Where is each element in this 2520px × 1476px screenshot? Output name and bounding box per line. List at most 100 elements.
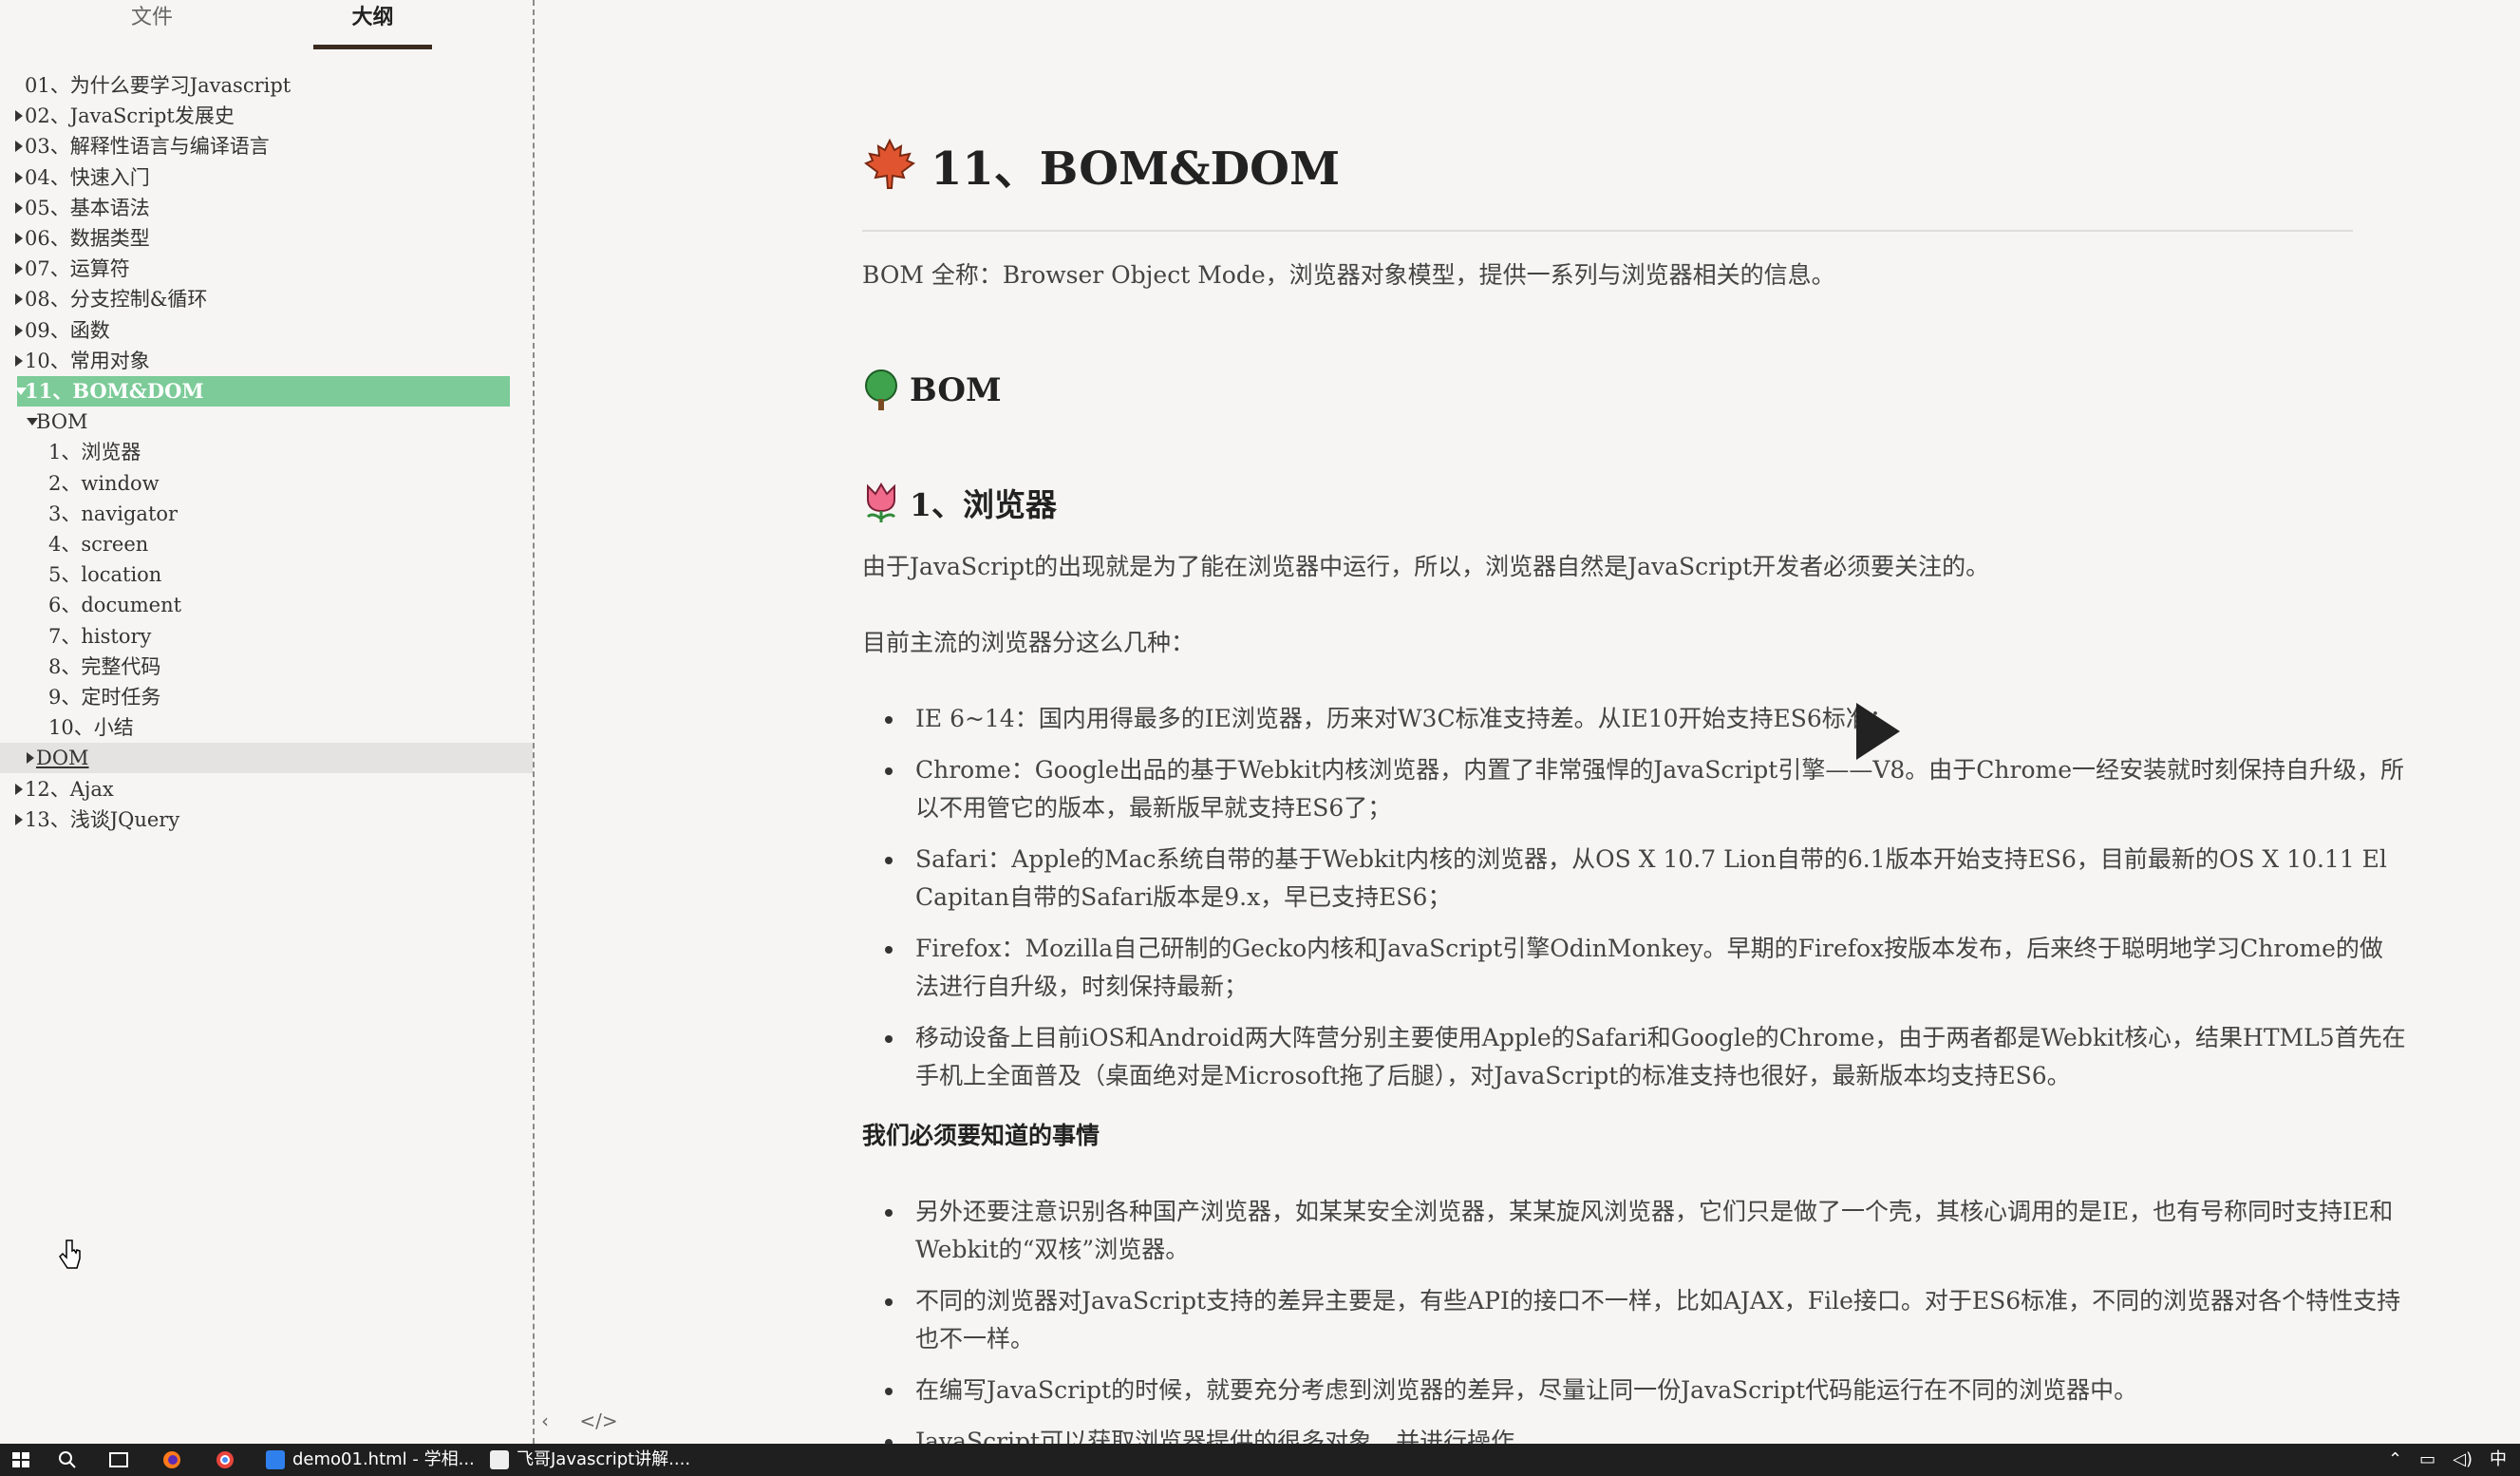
outline-item-label: 01、为什么要学习Javascript (25, 74, 291, 97)
tulip-icon (866, 483, 896, 522)
chevron-right-icon[interactable] (15, 783, 23, 795)
outline-item-label: 03、解释性语言与编译语言 (25, 135, 270, 159)
outline-item-label: 10、小结 (48, 716, 134, 740)
firefox-icon[interactable] (160, 1444, 184, 1476)
outline-item[interactable]: 1、浏览器 (0, 437, 533, 467)
outline-item[interactable]: 07、运算符 (0, 254, 533, 284)
outline-item[interactable]: 9、定时任务 (0, 682, 533, 712)
outline-item[interactable]: DOM (0, 743, 533, 774)
must-know-list: 另外还要注意识别各种国产浏览器，如某某安全浏览器，某某旋风浏览器，它们只是做了一… (862, 1193, 2406, 1444)
tray-chevron-up-icon[interactable]: ⌃ (2388, 1444, 2402, 1476)
list-item: 不同的浏览器对JavaScript支持的差异主要是，有些API的接口不一样，比如… (885, 1282, 2406, 1358)
list-item: 在编写JavaScript的时候，就要充分考虑到浏览器的差异，尽量让同一份Jav… (885, 1372, 2406, 1410)
list-item: 另外还要注意识别各种国产浏览器，如某某安全浏览器，某某旋风浏览器，它们只是做了一… (885, 1193, 2406, 1269)
outline-item-label: 5、location (48, 563, 162, 587)
list-item: JavaScript可以获取浏览器提供的很多对象，并进行操作。 (885, 1423, 2406, 1444)
taskbar-app-vscode[interactable]: demo01.html - 学相... (258, 1444, 482, 1476)
outline-item[interactable]: 02、JavaScript发展史 (0, 101, 533, 131)
outline-item-label: 2、window (48, 471, 160, 495)
outline-item-label: 1、浏览器 (48, 441, 141, 464)
outline-item-label: 06、数据类型 (25, 227, 150, 250)
browser-list: IE 6~14：国内用得最多的IE浏览器，历来对W3C标准支持差。从IE10开始… (862, 700, 2406, 1108)
tray-volume-icon[interactable]: ◁) (2453, 1444, 2473, 1476)
outline-item-label: 02、JavaScript发展史 (25, 104, 235, 128)
outline-item[interactable]: 8、完整代码 (0, 652, 533, 682)
tray-network-icon[interactable]: ▭ (2419, 1444, 2435, 1476)
outline-item[interactable]: 4、screen (0, 529, 533, 559)
search-icon[interactable] (55, 1444, 80, 1476)
list-item: Chrome：Google出品的基于Webkit内核浏览器，内置了非常强悍的Ja… (885, 751, 2406, 827)
outline-item-label: 10、常用对象 (25, 349, 150, 372)
outline-item[interactable]: 03、解释性语言与编译语言 (0, 131, 533, 161)
chevron-right-icon[interactable] (15, 263, 23, 275)
vscode-icon (266, 1450, 285, 1469)
outline-item[interactable]: 09、函数 (0, 315, 533, 346)
browser-intro-paragraph: 由于JavaScript的出现就是为了能在浏览器中运行，所以，浏览器自然是Jav… (862, 553, 1990, 580)
outline-item-label: DOM (36, 747, 89, 770)
chevron-right-icon[interactable] (15, 293, 23, 306)
taskbar-app-label: 飞哥Javascript讲解.... (517, 1449, 691, 1469)
outline-item[interactable]: 10、小结 (0, 712, 533, 743)
system-tray[interactable]: ⌃ ▭ ◁) 中 (2388, 1444, 2507, 1476)
outline-item[interactable]: 05、基本语法 (0, 193, 533, 223)
page-title: 11、BOM&DOM (862, 131, 1340, 198)
chrome-icon[interactable] (213, 1444, 237, 1476)
list-item: 移动设备上目前iOS和Android两大阵营分别主要使用Apple的Safari… (885, 1019, 2406, 1095)
chevron-right-icon[interactable] (15, 171, 23, 183)
subsection-heading-text: 1、浏览器 (910, 486, 1057, 523)
taskbar-app-typora[interactable]: 飞哥Javascript讲解.... (482, 1444, 698, 1476)
tab-outline[interactable]: 大纲 (313, 0, 432, 49)
outline-item[interactable]: BOM (0, 407, 533, 437)
outline-item[interactable]: 11、BOM&DOM (15, 376, 510, 407)
outline-item[interactable]: 10、常用对象 (0, 346, 533, 376)
maple-leaf-icon (864, 138, 915, 189)
chevron-right-icon[interactable] (15, 324, 23, 336)
list-item: Safari：Apple的Mac系统自带的基于Webkit内核的浏览器，从OS … (885, 841, 2406, 917)
outline-item[interactable]: 7、history (0, 621, 533, 652)
outline-item-label: 9、定时任务 (48, 686, 161, 709)
outline-item[interactable]: 2、window (0, 468, 533, 499)
list-item: Firefox：Mozilla自己研制的Gecko内核和JavaScript引擎… (885, 930, 2406, 1006)
outline-item-label: 05、基本语法 (25, 196, 150, 219)
chevron-right-icon[interactable] (15, 813, 23, 825)
outline-item-label: 11、BOM&DOM (25, 379, 204, 403)
chevron-right-icon[interactable] (15, 354, 23, 367)
subsection-heading-browser: 1、浏览器 (862, 480, 1057, 525)
chevron-right-icon[interactable] (15, 201, 23, 214)
tree-icon (865, 369, 897, 410)
outline-item[interactable]: 13、浅谈JQuery (0, 804, 533, 835)
intro-paragraph: BOM 全称：Browser Object Mode，浏览器对象模型，提供一系列… (862, 261, 1835, 289)
outline-item[interactable]: 6、document (0, 590, 533, 620)
chevron-right-icon[interactable] (15, 141, 23, 153)
windows-start-icon[interactable] (9, 1444, 34, 1476)
play-video-icon[interactable] (1856, 703, 1900, 760)
tab-files[interactable]: 文件 (85, 0, 218, 49)
page-title-text: 11、BOM&DOM (931, 142, 1341, 196)
outline-item-label: 8、完整代码 (48, 654, 161, 678)
must-know-heading: 我们必须要知道的事情 (862, 1122, 1100, 1149)
outline-item-label: 3、navigator (48, 501, 179, 525)
outline-item-label: 08、分支控制&循环 (25, 288, 208, 312)
task-view-icon[interactable] (106, 1444, 131, 1476)
chevron-right-icon[interactable] (15, 233, 23, 244)
outline-item-label: 4、screen (48, 533, 149, 556)
sidebar-tabs: 文件 大纲 (0, 0, 533, 49)
outline-item[interactable]: 3、navigator (0, 499, 533, 529)
typora-icon (490, 1450, 509, 1469)
outline-item[interactable]: 5、location (0, 559, 533, 590)
outline-item[interactable]: 06、数据类型 (0, 223, 533, 254)
os-taskbar: demo01.html - 学相... 飞哥Javascript讲解.... ⌃… (0, 1444, 2520, 1476)
document-view: 11、BOM&DOM BOM 全称：Browser Object Mode，浏览… (536, 0, 2520, 1444)
tray-ime-indicator[interactable]: 中 (2490, 1444, 2507, 1476)
outline-item[interactable]: 08、分支控制&循环 (0, 284, 533, 314)
mouse-pointer-icon (59, 1239, 81, 1269)
outline-item-label: 12、Ajax (25, 777, 114, 801)
outline-item[interactable]: 01、为什么要学习Javascript (0, 70, 533, 101)
section-heading-text: BOM (910, 371, 1002, 409)
outline-item[interactable]: 12、Ajax (0, 774, 533, 804)
chevron-right-icon[interactable] (15, 110, 23, 123)
browser-types-paragraph: 目前主流的浏览器分这么几种： (862, 629, 1195, 656)
outline-item-label: 6、document (48, 594, 182, 617)
chevron-right-icon[interactable] (27, 752, 34, 765)
outline-item[interactable]: 04、快速入门 (0, 162, 533, 193)
